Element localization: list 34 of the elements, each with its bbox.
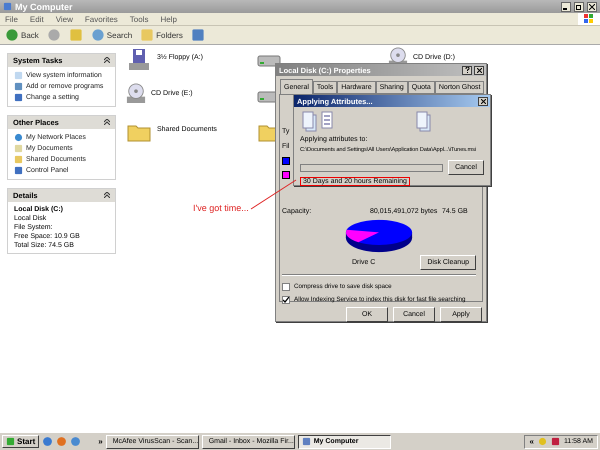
restore-button[interactable]	[574, 2, 584, 12]
collapse-chevron-icon[interactable]	[104, 56, 110, 65]
back-button[interactable]: Back	[3, 28, 41, 42]
menu-item[interactable]: File	[5, 14, 18, 24]
menu-item[interactable]: View	[56, 14, 73, 24]
search-button[interactable]: Search	[88, 28, 134, 42]
menu-item[interactable]: Edit	[30, 14, 44, 24]
cd-drive-icon	[126, 83, 146, 103]
close-button[interactable]	[587, 2, 597, 12]
collapse-chevron-icon[interactable]	[104, 191, 110, 200]
close-button[interactable]	[474, 66, 484, 74]
collapse-chevron-icon[interactable]	[104, 118, 110, 127]
overflow-chevron[interactable]: »	[98, 437, 103, 446]
help-button[interactable]	[462, 66, 472, 74]
start-button[interactable]: Start	[2, 435, 40, 448]
floppy-drive-icon	[126, 47, 152, 73]
tray-expand-chevron[interactable]: «	[529, 437, 534, 446]
close-icon	[480, 98, 486, 104]
close-button[interactable]	[478, 96, 488, 106]
help-icon	[464, 67, 470, 73]
window-title: My Computer	[15, 2, 74, 12]
minimize-button[interactable]	[561, 2, 571, 12]
menu-item[interactable]: Tools	[130, 14, 148, 24]
menu-item[interactable]: Help	[160, 14, 177, 24]
leader-line	[250, 180, 296, 210]
checkbox[interactable]	[282, 282, 290, 290]
menu-item[interactable]: Favorites	[84, 14, 118, 24]
folders-button[interactable]: Folders	[138, 28, 185, 42]
disk-usage-pie-drawing	[344, 219, 414, 253]
restore-icon	[576, 4, 582, 10]
close-icon	[589, 4, 595, 10]
close-icon	[476, 68, 482, 72]
checkbox[interactable]	[282, 296, 290, 304]
annotation-text: I've got time...	[193, 203, 249, 213]
